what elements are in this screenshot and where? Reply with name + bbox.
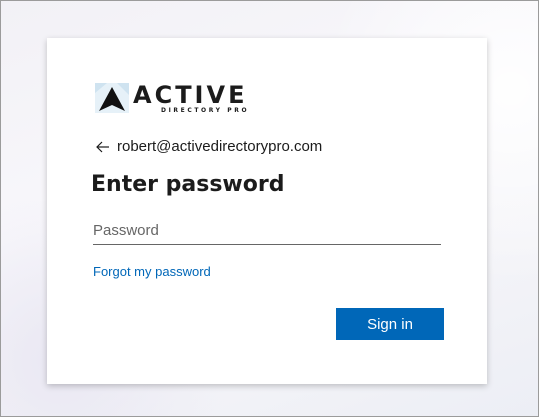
login-page-background: ACTIVE DIRECTORY PRO robert@activedirect… bbox=[0, 0, 539, 417]
logo-mark-icon bbox=[95, 83, 129, 113]
logo-wordmark: ACTIVE DIRECTORY PRO bbox=[133, 83, 249, 115]
page-title: Enter password bbox=[91, 172, 285, 197]
logo-main-text: ACTIVE bbox=[133, 81, 248, 109]
back-arrow-icon[interactable] bbox=[95, 139, 111, 155]
password-input[interactable] bbox=[93, 216, 441, 245]
account-email: robert@activedirectorypro.com bbox=[117, 138, 323, 155]
forgot-password-link[interactable]: Forgot my password bbox=[93, 264, 211, 279]
account-identity[interactable]: robert@activedirectorypro.com bbox=[95, 138, 322, 155]
signin-card: ACTIVE DIRECTORY PRO robert@activedirect… bbox=[47, 38, 487, 384]
logo-sub-text: DIRECTORY PRO bbox=[161, 107, 250, 114]
company-logo: ACTIVE DIRECTORY PRO bbox=[95, 83, 249, 115]
sign-in-button[interactable]: Sign in bbox=[336, 308, 444, 340]
